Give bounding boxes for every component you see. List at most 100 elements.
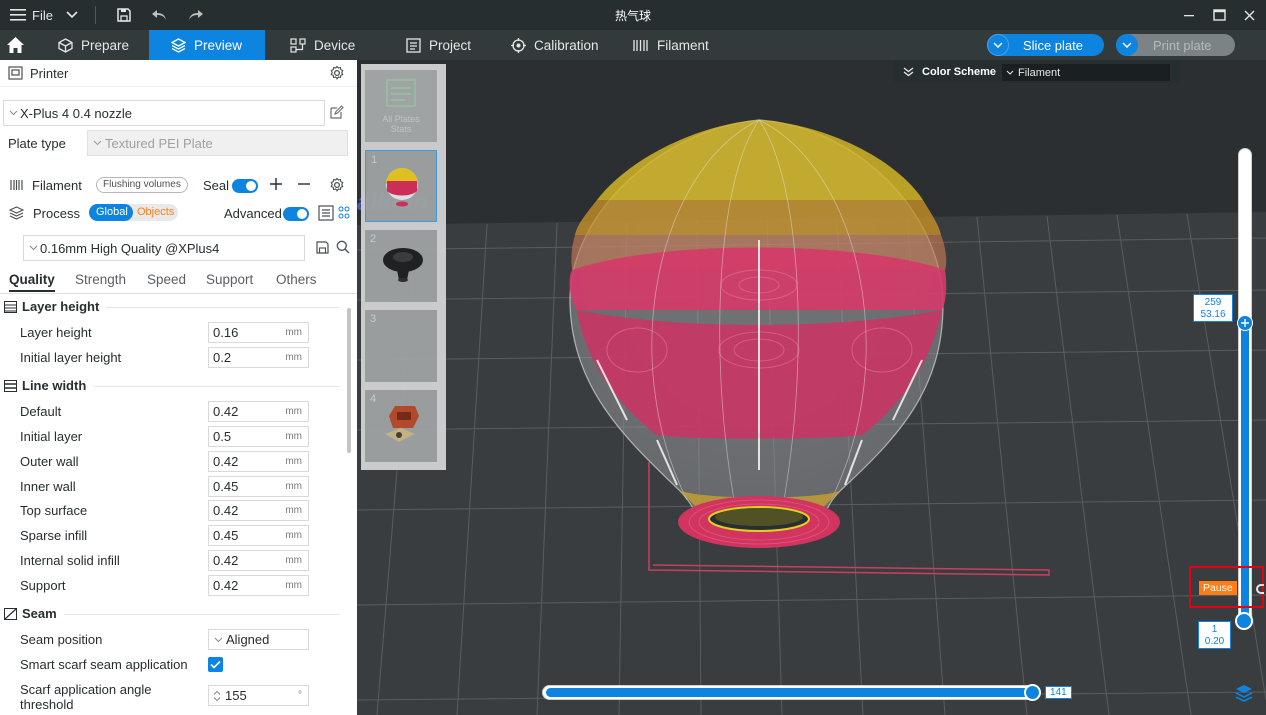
list-view-icon[interactable] [318, 205, 334, 221]
tab-support[interactable]: Support [206, 272, 253, 287]
top-surface-line-width-input[interactable]: 0.42 mm [208, 500, 309, 521]
filament-header-label: Filament [32, 178, 82, 193]
search-icon[interactable] [336, 240, 350, 254]
pause-marker-button[interactable]: Pause [1199, 581, 1237, 595]
tab-prepare[interactable]: Prepare [56, 30, 149, 60]
edit-printer-icon[interactable] [329, 105, 344, 120]
collapse-double-chevron-icon[interactable] [903, 66, 914, 77]
plate-thumb-1[interactable]: 1 [365, 150, 437, 222]
tab-project[interactable]: Project [406, 30, 496, 60]
scarf-angle-spinner[interactable]: 155 ° [208, 685, 309, 706]
printer-settings-gear-icon[interactable] [329, 65, 345, 81]
3d-preview-viewport[interactable]: alloon Color Scheme Filament 259 53.16 1… [357, 60, 1266, 715]
remove-filament-icon[interactable] [297, 177, 311, 191]
slice-plate-button[interactable]: Slice plate [987, 34, 1104, 56]
filament-settings-gear-icon[interactable] [329, 177, 345, 193]
save-preset-icon[interactable] [316, 241, 329, 254]
chevron-down-icon [66, 11, 78, 19]
initial-layer-line-width-input[interactable]: 0.5 mm [208, 426, 309, 447]
process-preset-select[interactable]: 0.16mm High Quality @XPlus4 [23, 235, 305, 261]
section-layer-height-title: Layer height [22, 299, 100, 314]
hamburger-icon [10, 8, 26, 22]
plate-thumb-3[interactable]: 3 [365, 310, 437, 382]
undo-button[interactable] [151, 0, 167, 30]
support-line-width-input[interactable]: 0.42 mm [208, 575, 309, 596]
bottom-layer-height: 0.20 [1204, 636, 1225, 647]
print-plate-button[interactable]: Print plate [1116, 34, 1235, 56]
tab-quality[interactable]: Quality [9, 272, 55, 287]
plate-thumb-2[interactable]: 2 [365, 230, 437, 302]
redo-button[interactable] [188, 0, 204, 30]
global-toggle-option[interactable]: Global [89, 204, 133, 221]
chevron-down-icon[interactable] [987, 34, 1009, 56]
all-plates-stats-thumb[interactable]: All Plates Stats [365, 70, 437, 142]
chevron-down-icon[interactable] [1116, 34, 1138, 56]
layer-slider-bottom-handle[interactable] [1235, 612, 1253, 630]
param-label: Initial layer height [20, 350, 122, 365]
build-plate-scene: alloon [357, 60, 1266, 715]
layer-slider-top-handle[interactable] [1237, 315, 1253, 331]
move-slider-handle[interactable] [1024, 684, 1041, 701]
minimize-icon [1183, 9, 1195, 21]
close-window-button[interactable] [1244, 0, 1255, 30]
active-tab-underline [9, 290, 55, 292]
param-label: Top surface [20, 503, 88, 518]
chevron-down-icon [29, 245, 38, 251]
tab-others[interactable]: Others [276, 272, 317, 287]
seam-position-select[interactable]: Aligned [208, 629, 309, 650]
initial-layer-height-input[interactable]: 0.2 mm [208, 347, 309, 368]
flushing-volumes-button[interactable]: Flushing volumes [96, 177, 188, 193]
layer-height-input[interactable]: 0.16 mm [208, 322, 309, 343]
plate-thumb-4[interactable]: 4 [365, 390, 437, 462]
device-icon [290, 37, 306, 53]
tab-preview[interactable]: Preview [149, 30, 265, 60]
save-button[interactable] [116, 0, 132, 30]
chevron-down-icon [9, 110, 18, 116]
smart-scarf-checkbox[interactable] [208, 657, 223, 672]
settings-scrollbar[interactable] [347, 308, 351, 453]
inner-wall-line-width-input[interactable]: 0.45 mm [208, 476, 309, 497]
legend-layers-icon[interactable] [1235, 684, 1253, 702]
plate-type-select[interactable]: Textured PEI Plate [87, 130, 348, 156]
filament-spool-icon [632, 38, 649, 53]
scarf-angle-label-line1: Scarf application angle [20, 682, 152, 697]
main-tab-bar: Prepare Preview Device Project Calibrati… [0, 30, 1266, 60]
move-slider-range [546, 688, 1030, 697]
maximize-button[interactable] [1213, 0, 1226, 30]
param-label: Sparse infill [20, 528, 88, 543]
spinner-arrows-icon[interactable] [213, 690, 221, 702]
add-filament-icon[interactable] [269, 177, 283, 191]
minimize-button[interactable] [1183, 0, 1195, 30]
process-preset-value: 0.16mm High Quality @XPlus4 [40, 240, 220, 256]
objects-toggle-option[interactable]: Objects [137, 204, 174, 221]
line-width-icon [4, 379, 17, 392]
top-layer-number: 259 [1204, 297, 1222, 308]
param-label: Default [20, 404, 62, 419]
tab-device[interactable]: Device [290, 30, 380, 60]
file-menu-dropdown-button[interactable] [66, 0, 78, 30]
tab-speed[interactable]: Speed [147, 272, 186, 287]
printer-select[interactable]: X-Plus 4 0.4 nozzle [3, 100, 325, 126]
basket-thumbnail [385, 406, 419, 442]
file-menu-button[interactable]: File [10, 0, 53, 30]
tab-calibration[interactable]: Calibration [511, 30, 621, 60]
undo-icon [151, 8, 167, 22]
seal-toggle[interactable] [232, 179, 258, 193]
color-scheme-value: Filament [1018, 66, 1061, 79]
advanced-toggle[interactable] [283, 207, 309, 221]
plate-type-label: Plate type [8, 136, 66, 151]
home-button[interactable] [6, 30, 28, 60]
tab-calibration-label: Calibration [534, 37, 599, 53]
outer-wall-line-width-input[interactable]: 0.42 mm [208, 451, 309, 472]
process-layers-icon [9, 206, 24, 220]
sparse-infill-line-width-input[interactable]: 0.45 mm [208, 525, 309, 546]
title-bar: File 热气球 [0, 0, 1266, 30]
default-line-width-input[interactable]: 0.42 mm [208, 401, 309, 422]
pause-marker-dot [1256, 584, 1264, 594]
compare-presets-icon[interactable] [338, 206, 350, 219]
color-scheme-select[interactable]: Filament [1002, 64, 1170, 81]
internal-solid-infill-line-width-input[interactable]: 0.42 mm [208, 550, 309, 571]
tab-filament[interactable]: Filament [632, 30, 722, 60]
scarf-angle-label-line2: threshold [20, 697, 74, 712]
tab-strength[interactable]: Strength [75, 272, 126, 287]
